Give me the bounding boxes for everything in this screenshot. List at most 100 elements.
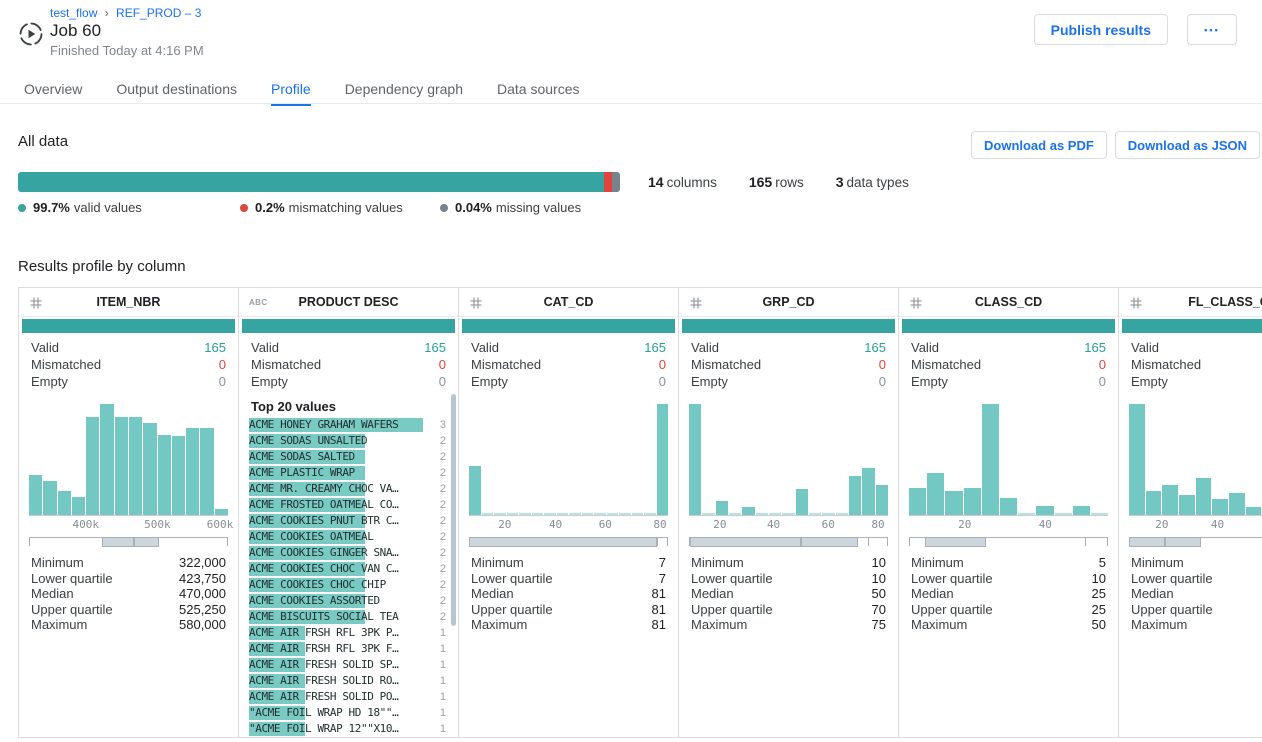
top-value-row[interactable]: ACME COOKIES CHOC CHIP2 — [249, 577, 444, 593]
boxplot-tick — [1085, 537, 1086, 546]
histogram-bar[interactable] — [982, 404, 999, 515]
histogram-bar[interactable] — [729, 513, 741, 515]
top-value-row[interactable]: ACME COOKIES ASSORTED2 — [249, 593, 444, 609]
histogram-bar[interactable] — [1146, 491, 1162, 515]
top-value-row[interactable]: "ACME FOIL WRAP HD 18""…1 — [249, 705, 444, 721]
breadcrumb-flow-link[interactable]: test_flow — [50, 6, 97, 20]
histogram-bar[interactable] — [58, 491, 71, 515]
legend-label: missing values — [496, 200, 581, 215]
stat-row-median: Median25 — [911, 586, 1106, 602]
histogram-bar[interactable] — [469, 466, 481, 515]
histogram-bar[interactable] — [158, 435, 171, 515]
top-value-row[interactable]: ACME COOKIES PNUT BTR C…2 — [249, 513, 444, 529]
top-value-row[interactable]: ACME AIR FRESH SOLID SP…1 — [249, 657, 444, 673]
top-value-row[interactable]: ACME FROSTED OATMEAL CO…2 — [249, 497, 444, 513]
histogram-bar[interactable] — [1091, 513, 1108, 515]
histogram-bar[interactable] — [557, 513, 569, 515]
histogram-bar[interactable] — [215, 509, 228, 515]
top-value-row[interactable]: ACME COOKIES OATMEAL2 — [249, 529, 444, 545]
numeric-type-icon — [689, 296, 703, 310]
histogram-bar[interactable] — [172, 436, 185, 515]
histogram-bar[interactable] — [796, 489, 808, 515]
histogram-bar[interactable] — [607, 513, 619, 515]
histogram-bar[interactable] — [482, 513, 494, 515]
top-value-row[interactable]: ACME COOKIES CHOC VAN C…2 — [249, 561, 444, 577]
histogram-bar[interactable] — [1073, 506, 1090, 515]
top-value-row[interactable]: ACME AIR FRSH RFL 3PK P…1 — [249, 625, 444, 641]
histogram-bar[interactable] — [716, 501, 728, 515]
histogram-bar[interactable] — [742, 507, 754, 515]
histogram-bar[interactable] — [1036, 506, 1053, 515]
histogram-bar[interactable] — [129, 417, 142, 515]
histogram-bar[interactable] — [909, 488, 926, 515]
histogram-bar[interactable] — [945, 491, 962, 515]
histogram-bar[interactable] — [494, 513, 506, 515]
histogram-bar[interactable] — [594, 513, 606, 515]
histogram-bar[interactable] — [1018, 513, 1035, 515]
histogram-bar[interactable] — [822, 513, 834, 515]
histogram-bar[interactable] — [657, 404, 669, 515]
top-value-row[interactable]: ACME BISCUITS SOCIAL TEA2 — [249, 609, 444, 625]
histogram-bar[interactable] — [519, 513, 531, 515]
top-value-text: ACME FROSTED OATMEAL CO… — [249, 497, 430, 513]
more-actions-button[interactable]: ••• — [1187, 14, 1237, 45]
top-value-row[interactable]: ACME SODAS UNSALTED2 — [249, 433, 444, 449]
top-value-row[interactable]: ACME COOKIES GINGER SNA…2 — [249, 545, 444, 561]
histogram-bar[interactable] — [532, 513, 544, 515]
histogram-bar[interactable] — [115, 417, 128, 515]
top-value-row[interactable]: ACME AIR FRESH SOLID PO…1 — [249, 689, 444, 705]
histogram-bar[interactable] — [569, 513, 581, 515]
top-value-row[interactable]: "ACME FOIL WRAP 12""X10…1 — [249, 721, 444, 737]
top-value-row[interactable]: ACME MR. CREAMY CHOC VA…2 — [249, 481, 444, 497]
histogram-bar[interactable] — [876, 485, 888, 515]
histogram-bar[interactable] — [29, 475, 42, 515]
histogram-bar[interactable] — [644, 513, 656, 515]
histogram-bar[interactable] — [689, 404, 701, 515]
top-value-row[interactable]: ACME PLASTIC WRAP2 — [249, 465, 444, 481]
download-pdf-button[interactable]: Download as PDF — [971, 131, 1107, 159]
breadcrumb-node-link[interactable]: REF_PROD – 3 — [116, 6, 201, 20]
histogram-bar[interactable] — [1179, 495, 1195, 515]
histogram-bar[interactable] — [632, 513, 644, 515]
histogram-bar[interactable] — [702, 513, 714, 515]
stat-label: Minimum — [471, 555, 524, 571]
histogram-bar[interactable] — [544, 513, 556, 515]
histogram-bar[interactable] — [1055, 513, 1072, 515]
download-json-button[interactable]: Download as JSON — [1115, 131, 1260, 159]
histogram-bar[interactable] — [619, 513, 631, 515]
histogram-bar[interactable] — [809, 513, 821, 515]
top-value-row[interactable]: ACME SODAS SALTED2 — [249, 449, 444, 465]
top-values-scrollbar[interactable] — [451, 394, 456, 626]
histogram-bar[interactable] — [143, 423, 156, 515]
histogram-bar[interactable] — [1162, 485, 1178, 515]
histogram-bar[interactable] — [200, 428, 213, 515]
histogram-bar[interactable] — [756, 513, 768, 515]
histogram-bar[interactable] — [927, 473, 944, 515]
histogram-bar[interactable] — [507, 513, 519, 515]
publish-results-button[interactable]: Publish results — [1034, 14, 1168, 45]
histogram-bar[interactable] — [849, 476, 861, 515]
histogram-bar[interactable] — [86, 417, 99, 515]
histogram-bar[interactable] — [72, 497, 85, 515]
histogram-bar[interactable] — [1196, 478, 1212, 515]
histogram-bar[interactable] — [836, 513, 848, 515]
top-value-row[interactable]: ACME AIR FRSH RFL 3PK F…1 — [249, 641, 444, 657]
column-card-fl-class-c: FL_CLASS_CValidMismatchedEmpty2040Minimu… — [1119, 288, 1262, 737]
histogram-bar[interactable] — [186, 428, 199, 515]
histogram-bar[interactable] — [1129, 404, 1145, 515]
top-value-row[interactable]: ACME HONEY GRAHAM WAFERS3 — [249, 417, 444, 433]
histogram-bar[interactable] — [100, 404, 113, 515]
histogram-bar[interactable] — [782, 513, 794, 515]
histogram-bar[interactable] — [1000, 498, 1017, 515]
histogram-bar[interactable] — [964, 488, 981, 515]
histogram-bar[interactable] — [1229, 493, 1245, 515]
empty-row: Empty0 — [31, 373, 226, 390]
top-value-count: 1 — [440, 673, 446, 689]
histogram-bar[interactable] — [43, 481, 56, 515]
top-value-row[interactable]: ACME AIR FRESH SOLID RO…1 — [249, 673, 444, 689]
histogram-bar[interactable] — [1212, 499, 1228, 515]
histogram-bar[interactable] — [769, 513, 781, 515]
histogram-bar[interactable] — [1246, 507, 1262, 515]
histogram-bar[interactable] — [862, 468, 874, 515]
histogram-bar[interactable] — [582, 513, 594, 515]
